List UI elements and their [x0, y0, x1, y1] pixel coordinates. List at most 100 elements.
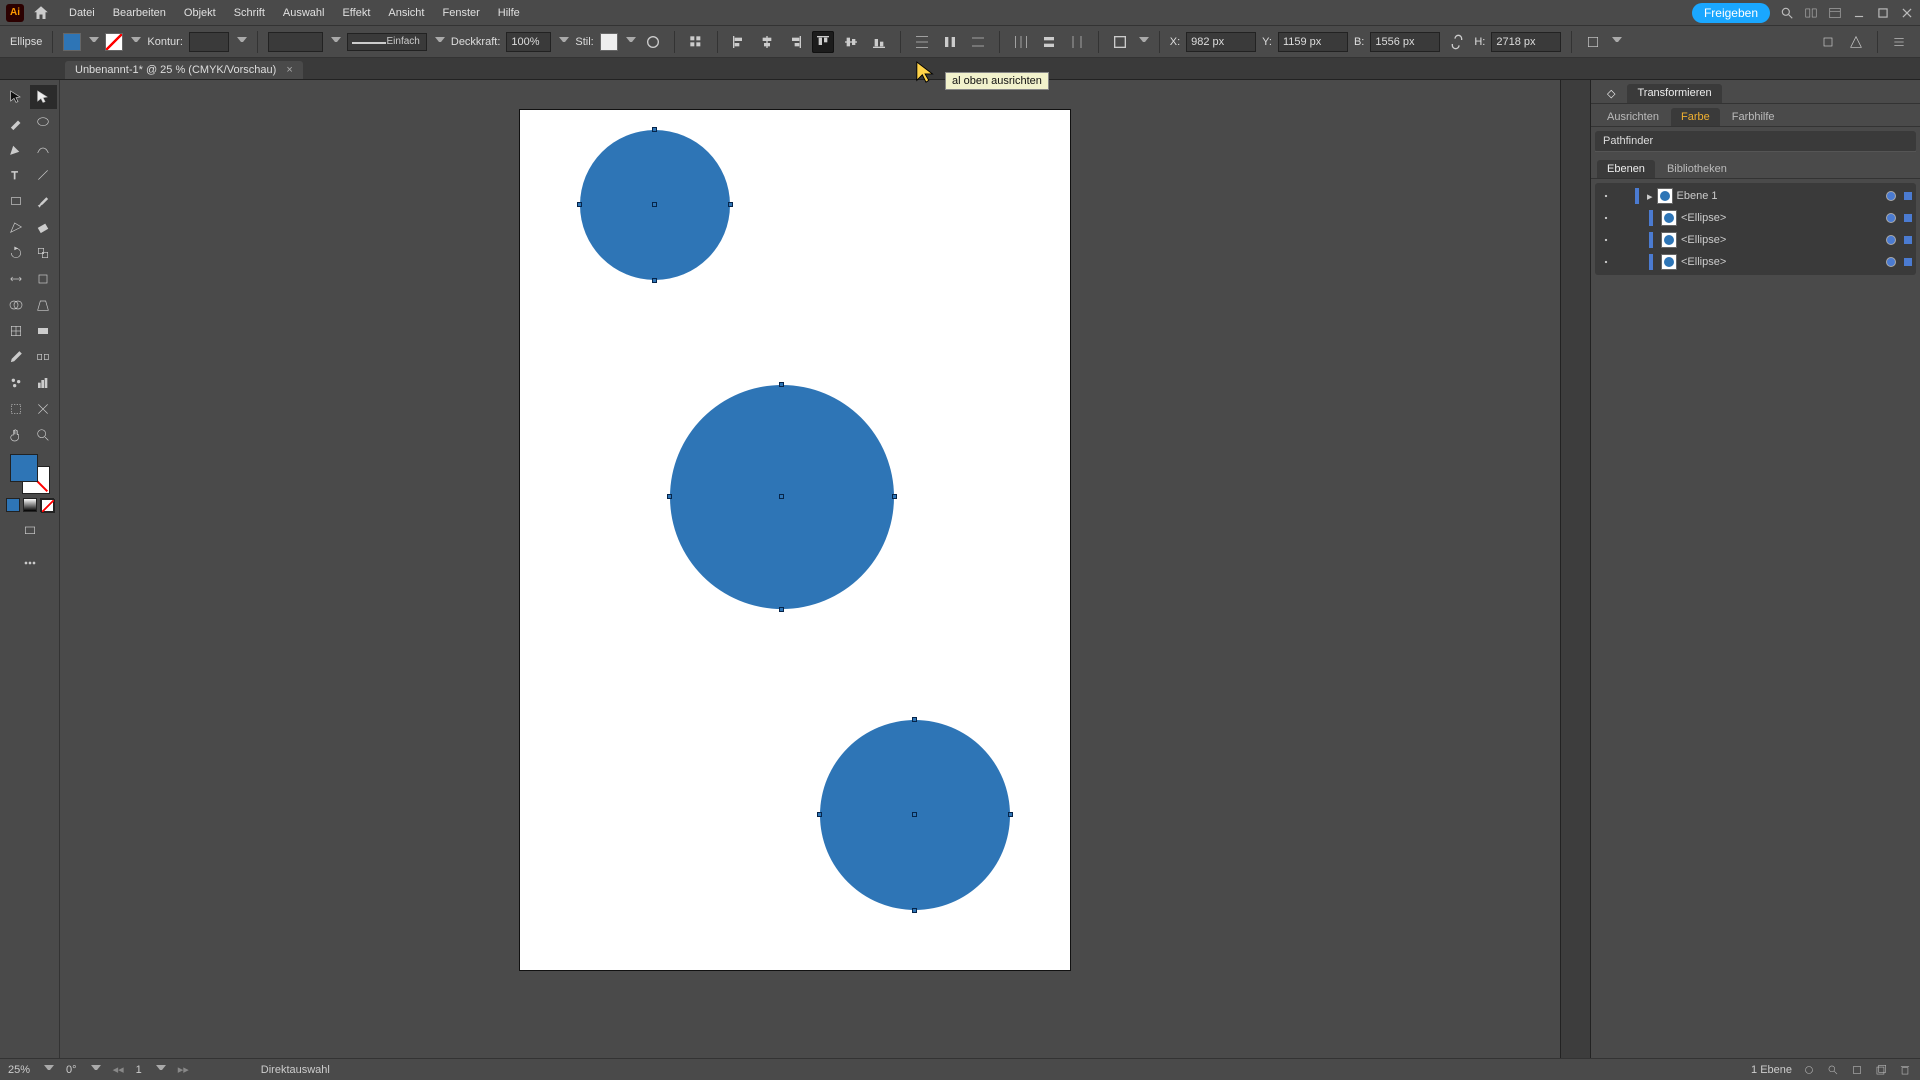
fill-swatch[interactable]	[63, 33, 81, 51]
type-tool[interactable]: T	[2, 163, 30, 187]
scale-tool[interactable]	[30, 241, 58, 265]
fill-dropdown[interactable]	[89, 37, 99, 47]
close-icon[interactable]	[1900, 6, 1914, 20]
artboard-dropdown[interactable]	[156, 1065, 166, 1075]
var-width-dropdown[interactable]	[331, 37, 341, 47]
artboard-tool[interactable]	[2, 397, 30, 421]
stroke-dropdown[interactable]	[131, 37, 141, 47]
width-tool[interactable]	[2, 267, 30, 291]
menu-fenster[interactable]: Fenster	[433, 7, 488, 19]
ellipse-object[interactable]	[670, 385, 894, 609]
zoom-tool[interactable]	[30, 423, 58, 447]
ellipse-object[interactable]	[580, 130, 730, 280]
stroke-weight-input[interactable]	[189, 32, 229, 52]
stroke-weight-dropdown[interactable]	[237, 37, 247, 47]
style-dropdown[interactable]	[626, 37, 636, 47]
line-tool[interactable]	[30, 163, 58, 187]
w-input[interactable]	[1370, 32, 1440, 52]
search-layer-icon[interactable]	[1826, 1063, 1840, 1077]
mesh-tool[interactable]	[2, 319, 30, 343]
maximize-icon[interactable]	[1876, 6, 1890, 20]
direct-selection-tool[interactable]	[30, 85, 58, 109]
align-hcenter-icon[interactable]	[756, 31, 778, 53]
target-icon[interactable]	[1886, 235, 1896, 245]
slice-tool[interactable]	[30, 397, 58, 421]
properties-icon[interactable]	[1568, 88, 1584, 104]
align-panel-icon[interactable]	[685, 31, 707, 53]
fill-stroke-widget[interactable]	[10, 454, 50, 494]
eyedropper-tool[interactable]	[2, 345, 30, 369]
free-transform-tool[interactable]	[30, 267, 58, 291]
rotate-tool[interactable]	[2, 241, 30, 265]
align-top-icon[interactable]	[812, 31, 834, 53]
comment-icon[interactable]	[1568, 114, 1584, 130]
symbol-sprayer-tool[interactable]	[2, 371, 30, 395]
home-icon[interactable]	[32, 4, 50, 22]
search-icon[interactable]	[1780, 6, 1794, 20]
close-tab-icon[interactable]: ×	[286, 64, 292, 76]
blend-tool[interactable]	[30, 345, 58, 369]
isolate-icon[interactable]	[1817, 31, 1839, 53]
visibility-icon[interactable]	[1599, 211, 1613, 225]
menu-bearbeiten[interactable]: Bearbeiten	[104, 7, 175, 19]
distribute-left-icon[interactable]	[1010, 31, 1032, 53]
screen-mode-icon[interactable]	[16, 519, 44, 543]
layer-row[interactable]: <Ellipse>	[1595, 229, 1916, 251]
magic-wand-tool[interactable]	[2, 111, 30, 135]
menu-schrift[interactable]: Schrift	[225, 7, 274, 19]
align-to-icon[interactable]	[1109, 31, 1131, 53]
align-bottom-icon[interactable]	[868, 31, 890, 53]
shape-builder-tool[interactable]	[2, 293, 30, 317]
target-icon[interactable]	[1886, 191, 1896, 201]
x-input[interactable]	[1186, 32, 1256, 52]
curvature-tool[interactable]	[30, 137, 58, 161]
workspace-icon[interactable]	[1828, 6, 1842, 20]
color-mode-swatches[interactable]	[2, 498, 57, 512]
opacity-input[interactable]	[506, 32, 551, 52]
shape-props-dropdown[interactable]	[1612, 37, 1622, 47]
tab-farbhilfe[interactable]: Farbhilfe	[1722, 108, 1785, 126]
layer-row[interactable]: <Ellipse>	[1595, 251, 1916, 273]
menu-effekt[interactable]: Effekt	[333, 7, 379, 19]
y-input[interactable]	[1278, 32, 1348, 52]
locate-icon[interactable]	[1802, 1063, 1816, 1077]
rotation-dropdown[interactable]	[91, 1065, 101, 1075]
artboard-number[interactable]: 1	[136, 1064, 142, 1076]
menu-hilfe[interactable]: Hilfe	[489, 7, 529, 19]
edit-symbol-icon[interactable]	[1845, 31, 1867, 53]
lasso-tool[interactable]	[30, 111, 58, 135]
shape-props-icon[interactable]	[1582, 31, 1604, 53]
distribute-top-icon[interactable]	[911, 31, 933, 53]
layer-row[interactable]: ▸ Ebene 1	[1595, 185, 1916, 207]
share-button[interactable]: Freigeben	[1692, 3, 1770, 23]
align-right-icon[interactable]	[784, 31, 806, 53]
selection-tool[interactable]	[2, 85, 30, 109]
hand-tool[interactable]	[2, 423, 30, 447]
tab-ebenen[interactable]: Ebenen	[1597, 160, 1655, 178]
canvas[interactable]	[60, 80, 1560, 1058]
arrange-icon[interactable]	[1804, 6, 1818, 20]
visibility-icon[interactable]	[1599, 189, 1613, 203]
visibility-icon[interactable]	[1599, 255, 1613, 269]
column-graph-tool[interactable]	[30, 371, 58, 395]
visibility-icon[interactable]	[1599, 233, 1613, 247]
tab-ausrichten[interactable]: Ausrichten	[1597, 108, 1669, 126]
link-wh-icon[interactable]	[1446, 31, 1468, 53]
target-icon[interactable]	[1886, 257, 1896, 267]
fill-color-swatch[interactable]	[10, 454, 38, 482]
target-icon[interactable]	[1886, 213, 1896, 223]
graphic-style-swatch[interactable]	[600, 33, 618, 51]
menu-ansicht[interactable]: Ansicht	[379, 7, 433, 19]
eraser-tool[interactable]	[30, 215, 58, 239]
menu-objekt[interactable]: Objekt	[175, 7, 225, 19]
pen-tool[interactable]	[2, 137, 30, 161]
distribute-right-icon[interactable]	[1066, 31, 1088, 53]
align-vcenter-icon[interactable]	[840, 31, 862, 53]
tab-farbe[interactable]: Farbe	[1671, 108, 1720, 126]
rectangle-tool[interactable]	[2, 189, 30, 213]
h-input[interactable]	[1491, 32, 1561, 52]
delete-layer-icon[interactable]	[1898, 1063, 1912, 1077]
gradient-tool[interactable]	[30, 319, 58, 343]
new-sublayer-icon[interactable]	[1850, 1063, 1864, 1077]
layer-row[interactable]: <Ellipse>	[1595, 207, 1916, 229]
